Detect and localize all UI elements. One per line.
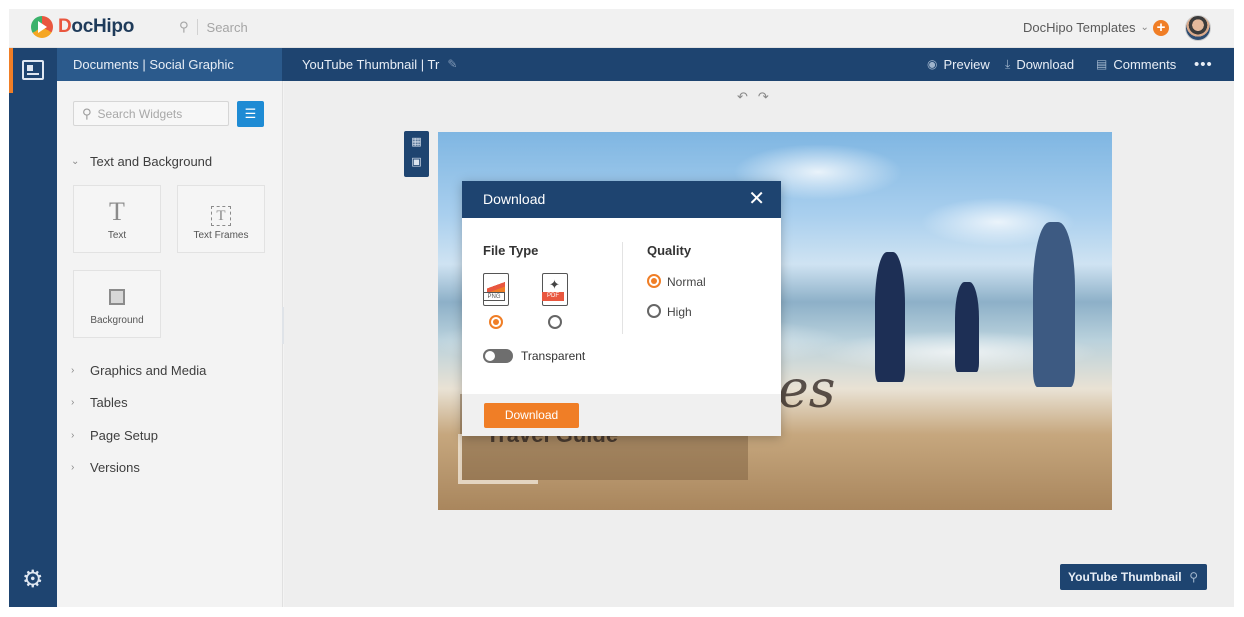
transparent-label: Transparent: [521, 349, 586, 363]
quality-normal-label: Normal: [667, 275, 706, 289]
quality-normal-radio[interactable]: [647, 274, 661, 288]
close-icon[interactable]: ✕: [748, 181, 765, 217]
file-type-png-radio[interactable]: [489, 315, 503, 329]
dialog-download-button[interactable]: Download: [484, 403, 579, 428]
transparent-toggle[interactable]: [483, 349, 513, 363]
png-tag: PNG: [483, 292, 505, 301]
quality-label: Quality: [647, 243, 692, 258]
file-type-label: File Type: [483, 243, 539, 258]
dialog-header: Download ✕: [462, 181, 781, 218]
dialog-footer: Download: [462, 394, 781, 436]
app-window: DocHipo ⚲ Search DocHipo Templates ⌄ + ⚙…: [9, 9, 1234, 607]
image-glyph: [487, 280, 505, 292]
pdf-file-icon[interactable]: ✦ PDF: [542, 273, 568, 306]
acrobat-glyph: ✦: [549, 277, 560, 292]
png-file-icon[interactable]: PNG: [483, 273, 509, 306]
modal-overlay: Download ✕ File Type Quality PNG ✦ PDF N…: [9, 9, 1234, 607]
quality-high-radio[interactable]: [647, 304, 661, 318]
download-dialog: Download ✕ File Type Quality PNG ✦ PDF N…: [462, 181, 781, 436]
quality-high-label: High: [667, 305, 692, 319]
dialog-title: Download: [483, 191, 546, 207]
pdf-tag: PDF: [542, 292, 564, 301]
dialog-divider: [622, 242, 623, 334]
file-type-pdf-radio[interactable]: [548, 315, 562, 329]
